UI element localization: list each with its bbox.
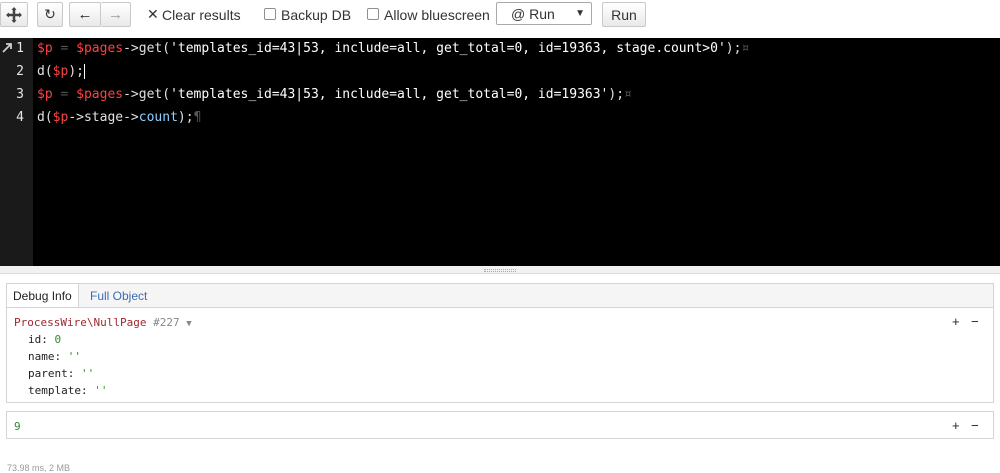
execution-stats: 73.98 ms, 2 MB xyxy=(7,463,71,473)
code-line-2: d($p); xyxy=(37,64,85,79)
tab-debug-info[interactable]: Debug Info xyxy=(7,284,79,308)
expand-plus-icon[interactable]: + xyxy=(952,314,960,329)
line-number: 1 xyxy=(16,41,24,56)
run-button[interactable]: Run xyxy=(602,2,646,27)
debug-output-panel: ProcessWire\NullPage #227 ▼ id: 0 name: … xyxy=(6,307,994,403)
class-name: ProcessWire\NullPage xyxy=(14,316,147,329)
object-header[interactable]: ProcessWire\NullPage #227 ▼ xyxy=(14,316,192,329)
clear-results-link[interactable]: Clear results xyxy=(162,7,241,23)
refresh-icon: ↻ xyxy=(44,6,56,22)
resize-splitter[interactable] xyxy=(0,266,1000,274)
collapse-minus-icon[interactable]: − xyxy=(971,418,979,433)
toolbar: ↻ ← → ✕ Clear results Backup DB Allow bl… xyxy=(0,0,1000,38)
arrow-right-icon: → xyxy=(108,6,123,23)
prop-row: parent: '' xyxy=(28,367,95,380)
backup-db-label: Backup DB xyxy=(281,7,352,23)
arrow-left-icon: ← xyxy=(77,6,93,23)
refresh-button[interactable]: ↻ xyxy=(37,2,63,27)
code-editor[interactable]: 1 2 3 4 $p = $pages->get('templates_id=4… xyxy=(0,38,1000,266)
tab-full-object[interactable]: Full Object xyxy=(84,284,153,307)
close-icon[interactable]: ✕ xyxy=(147,6,159,23)
prop-row: template: '' xyxy=(28,384,108,397)
allow-bluescreen-checkbox[interactable] xyxy=(367,8,379,20)
move-cross-icon xyxy=(6,6,22,23)
line-number: 2 xyxy=(16,64,24,79)
line-gutter: 1 2 3 4 xyxy=(0,38,33,266)
count-value: 9 xyxy=(14,420,21,433)
add-button[interactable] xyxy=(0,2,28,27)
undo-button[interactable]: ← xyxy=(69,2,101,27)
line-number: 3 xyxy=(16,87,24,102)
run-button-label: Run xyxy=(611,6,637,23)
expand-plus-icon[interactable]: + xyxy=(952,418,960,433)
code-line-3: $p = $pages->get('templates_id=43|53, in… xyxy=(37,87,632,102)
text-cursor xyxy=(83,64,85,79)
caret-down-icon: ▼ xyxy=(575,8,585,19)
result-tabs: Debug Info Full Object xyxy=(6,283,994,308)
collapse-minus-icon[interactable]: − xyxy=(971,314,979,329)
prop-row: name: '' xyxy=(28,350,81,363)
code-line-4: d($p->stage->count);¶ xyxy=(37,110,202,125)
drag-grip-icon xyxy=(484,269,516,272)
prop-row: id: 0 xyxy=(28,333,62,346)
line-number: 4 xyxy=(16,110,24,125)
run-mode-value: @ Run xyxy=(511,6,555,22)
run-mode-select[interactable]: @ Run ▼ xyxy=(496,2,592,25)
caret-down-icon: ▼ xyxy=(186,319,192,329)
allow-bluescreen-label: Allow bluescreen xyxy=(384,7,490,23)
redo-button[interactable]: → xyxy=(101,2,131,27)
count-output-panel: 9 + − xyxy=(6,411,994,439)
code-line-1: $p = $pages->get('templates_id=43|53, in… xyxy=(37,41,750,56)
object-id: #227 xyxy=(153,316,180,329)
backup-db-checkbox[interactable] xyxy=(264,8,276,20)
